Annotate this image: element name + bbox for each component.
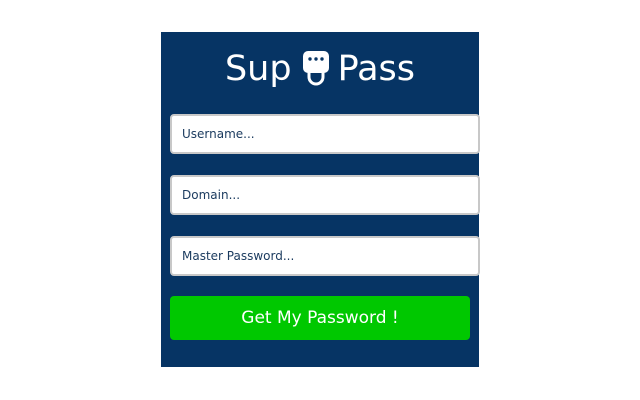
login-panel: Sup Pass Get My Password ! xyxy=(161,32,480,367)
get-password-button[interactable]: Get My Password ! xyxy=(170,296,470,340)
username-input[interactable] xyxy=(170,114,480,154)
logo-text-right: Pass xyxy=(337,49,416,89)
master-password-input[interactable] xyxy=(170,236,480,276)
plug-face-icon xyxy=(302,51,329,86)
app-logo: Sup Pass xyxy=(161,46,479,92)
logo-text-left: Sup xyxy=(224,49,292,89)
domain-input[interactable] xyxy=(170,175,480,215)
